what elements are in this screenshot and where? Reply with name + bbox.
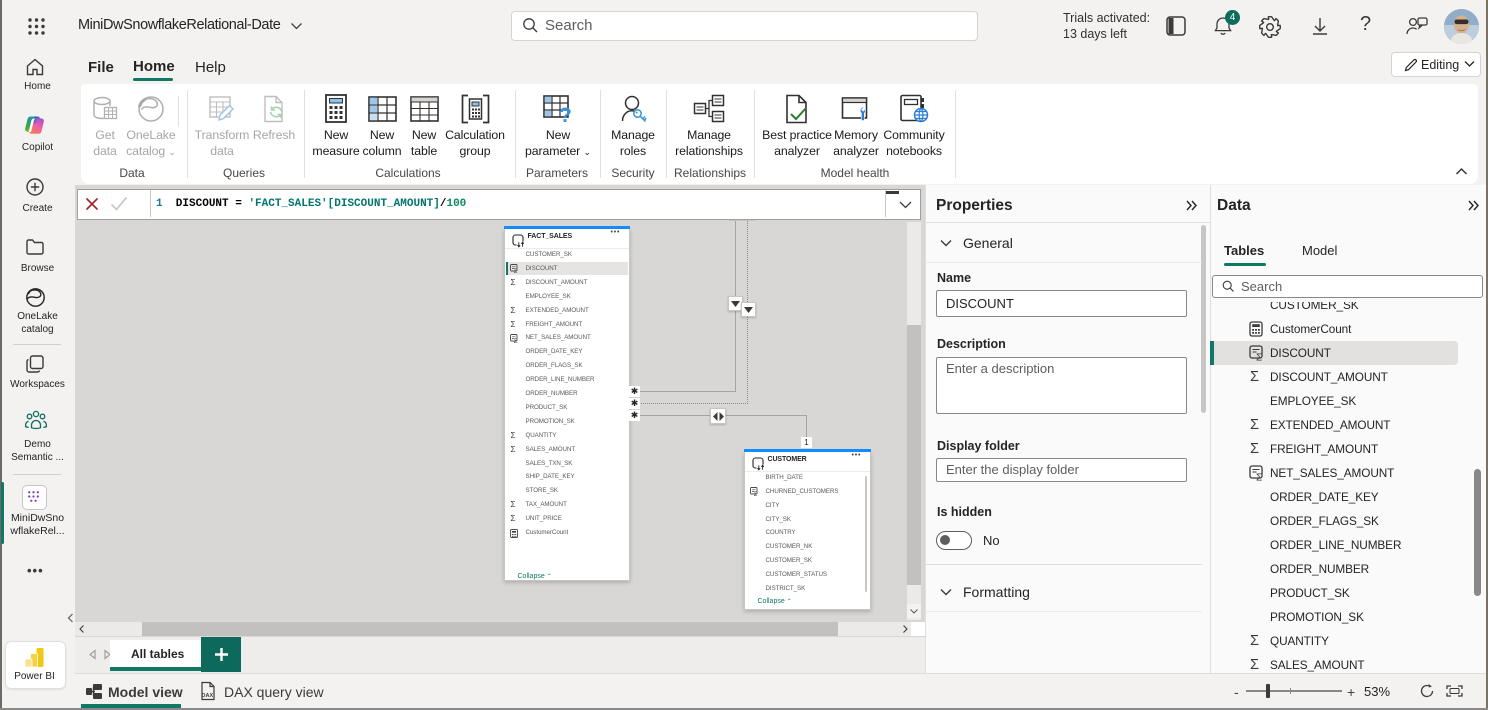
- svg-text:Σ: Σ: [1256, 473, 1262, 482]
- svg-text:Σ: Σ: [513, 269, 517, 273]
- svg-text:Σ: Σ: [1256, 353, 1262, 362]
- svg-text:DAX: DAX: [202, 693, 214, 699]
- svg-text:?: ?: [559, 104, 572, 124]
- svg-text:Σ: Σ: [513, 339, 517, 343]
- svg-text:Σ: Σ: [753, 492, 757, 496]
